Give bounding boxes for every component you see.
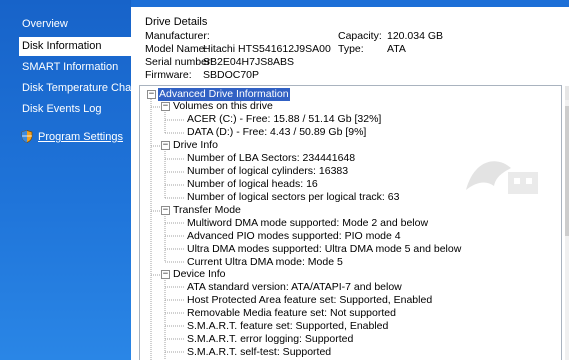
- scroll-up-button[interactable]: [565, 86, 569, 100]
- tree-leaf-drive-info[interactable]: Number of logical sectors per logical tr…: [186, 191, 400, 204]
- shield-icon: [21, 130, 33, 143]
- nav-smart-information[interactable]: SMART Information: [0, 58, 131, 77]
- sidebar: Overview Disk Information SMART Informat…: [0, 0, 138, 360]
- tree-leaf-device-info[interactable]: S.M.A.R.T. self-test: Supported: [186, 346, 332, 359]
- tree-node-device-info[interactable]: Device Info: [172, 268, 227, 281]
- nav-overview[interactable]: Overview: [0, 15, 131, 34]
- tree-collapse-toggle[interactable]: −: [147, 90, 156, 99]
- tree-leaf-device-info[interactable]: S.M.A.R.T. error logging: Supported: [186, 333, 354, 346]
- drive-details-title: Drive Details: [145, 16, 208, 28]
- advanced-info-tree[interactable]: − Advanced Drive Information − Volumes o…: [139, 85, 562, 360]
- type-label: Type:: [338, 43, 364, 55]
- model-label: Model Name:: [145, 43, 208, 55]
- nav-disk-information[interactable]: Disk Information: [19, 37, 131, 56]
- scroll-thumb[interactable]: [565, 106, 569, 236]
- tree-leaf-transfer-mode[interactable]: Ultra DMA modes supported: Ultra DMA mod…: [186, 243, 462, 256]
- tree-node-transfer-mode[interactable]: Transfer Mode: [172, 204, 242, 217]
- tree-leaf-drive-info[interactable]: Number of logical heads: 16: [186, 178, 319, 191]
- tree-collapse-toggle[interactable]: −: [161, 270, 170, 279]
- type-value: ATA: [387, 43, 406, 55]
- tree-node-drive-info[interactable]: Drive Info: [172, 139, 219, 152]
- tree-leaf-device-info[interactable]: Host Protected Area feature set: Support…: [186, 294, 433, 307]
- tree-collapse-toggle[interactable]: −: [161, 206, 170, 215]
- tree-collapse-toggle[interactable]: −: [161, 141, 170, 150]
- top-strip: [131, 0, 569, 7]
- tree-leaf-drive-info[interactable]: Number of LBA Sectors: 234441648: [186, 152, 356, 165]
- drive-details-group: Drive Details Manufacturer: Model Name: …: [139, 14, 569, 81]
- tree-collapse-toggle[interactable]: −: [161, 102, 170, 111]
- firmware-label: Firmware:: [145, 69, 192, 81]
- nav-disk-events-log[interactable]: Disk Events Log: [0, 100, 131, 119]
- tree-leaf-transfer-mode[interactable]: Multiword DMA mode supported: Mode 2 and…: [186, 217, 429, 230]
- tree-leaf-device-info[interactable]: S.M.A.R.T. feature set: Supported, Enabl…: [186, 320, 389, 333]
- firmware-value: SBDOC70P: [203, 69, 260, 81]
- tree-node-volumes[interactable]: Volumes on this drive: [172, 100, 274, 113]
- tree-leaf-device-info[interactable]: Removable Media feature set: Not support…: [186, 307, 397, 320]
- serial-value: SB2E04H7JS8ABS: [203, 56, 295, 68]
- program-settings-link[interactable]: Program Settings: [38, 129, 123, 145]
- tree-leaf-volume[interactable]: ACER (C:) - Free: 15.88 / 51.14 Gb [32%]: [186, 113, 382, 126]
- tree-leaf-drive-info[interactable]: Number of logical cylinders: 16383: [186, 165, 349, 178]
- capacity-value: 120.034 GB: [387, 30, 444, 42]
- capacity-label: Capacity:: [338, 30, 382, 42]
- model-value: Hitachi HTS541612J9SA00: [203, 43, 331, 55]
- tree-leaf-device-info[interactable]: ATA standard version: ATA/ATAPI-7 and be…: [186, 281, 403, 294]
- tree-leaf-transfer-mode[interactable]: Advanced PIO modes supported: PIO mode 4: [186, 230, 402, 243]
- tree-scrollbar[interactable]: [565, 86, 569, 360]
- tree-leaf-volume[interactable]: DATA (D:) - Free: 4.43 / 50.89 Gb [9%]: [186, 126, 367, 139]
- manufacturer-label: Manufacturer:: [145, 30, 210, 42]
- nav-disk-temperature-chart[interactable]: Disk Temperature Chart: [0, 79, 138, 98]
- watermark-logo: [466, 161, 538, 194]
- main-panel: Drive Details Manufacturer: Model Name: …: [131, 0, 569, 360]
